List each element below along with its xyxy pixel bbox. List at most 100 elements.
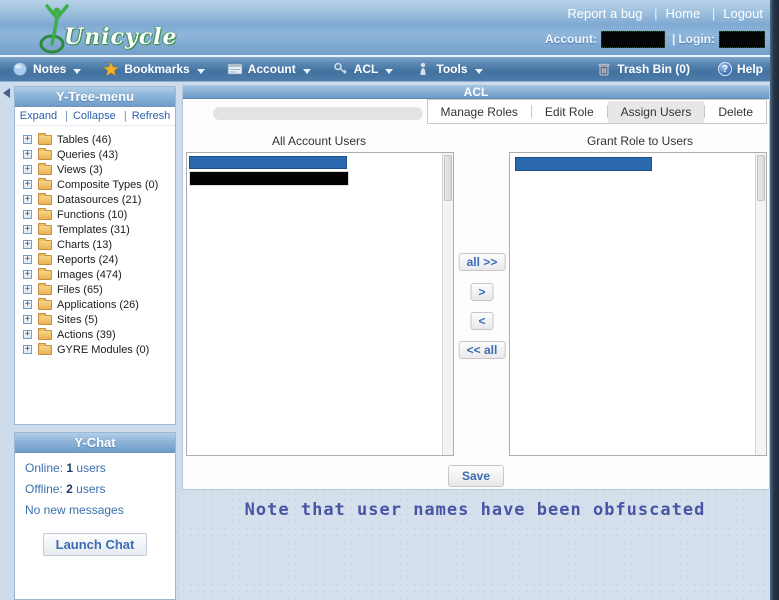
expand-plus-icon[interactable]: + [23,285,32,294]
nav-bookmarks[interactable]: Bookmarks [103,62,205,76]
account-value-redacted [600,30,665,48]
tree-item-composite-types[interactable]: + Composite Types (0) [23,177,175,192]
nav-account[interactable]: Account [227,62,311,76]
all-account-users-listbox[interactable] [186,152,455,456]
folder-icon [38,177,52,190]
tab-assign-users[interactable]: Assign Users [607,100,705,123]
nav-tools-label: Tools [436,62,468,76]
right-edge-strip [770,0,779,600]
home-link[interactable]: Home [646,6,700,21]
launch-chat-button[interactable]: Launch Chat [42,533,148,556]
expand-plus-icon[interactable]: + [23,195,32,204]
tree-item-applications[interactable]: + Applications (26) [23,297,175,312]
user-item-obfuscated-selected[interactable] [515,157,653,171]
scrollbar-thumb[interactable] [757,155,765,201]
nav-bookmarks-label: Bookmarks [124,62,190,76]
tree-item-templates[interactable]: + Templates (31) [23,222,175,237]
expand-plus-icon[interactable]: + [23,300,32,309]
expand-plus-icon[interactable]: + [23,240,32,249]
tree-item-charts[interactable]: + Charts (13) [23,237,175,252]
expand-plus-icon[interactable]: + [23,135,32,144]
account-login-line: Account: Login: [545,30,769,48]
tree-item-views[interactable]: + Views (3) [23,162,175,177]
tree-collapse-link[interactable]: Collapse [60,110,116,122]
chevron-down-icon [196,68,205,74]
role-name-bar [213,107,423,120]
tree-item-images[interactable]: + Images (474) [23,267,175,282]
expand-plus-icon[interactable]: + [23,225,32,234]
chat-title: Y-Chat [15,433,175,453]
expand-plus-icon[interactable]: + [23,180,32,189]
nav-trash-bin[interactable]: Trash Bin (0) [596,62,690,76]
tree-item-actions[interactable]: + Actions (39) [23,327,175,342]
user-item-obfuscated-selected[interactable] [189,156,347,169]
nav-acl[interactable]: ACL [333,62,394,76]
nav-help[interactable]: ? Help [717,62,763,76]
tree-item-queries[interactable]: + Queries (43) [23,147,175,162]
acl-tab-box: Manage Roles Edit Role Assign Users Dele… [426,99,767,124]
tab-manage-roles[interactable]: Manage Roles [428,101,531,123]
chevron-down-icon [73,68,82,74]
main-navbar: Notes Bookmarks Account ACL Tools Trash … [0,55,779,82]
tree-item-tables[interactable]: + Tables (46) [23,132,175,147]
folder-icon [38,252,52,265]
logout-link[interactable]: Logout [704,6,763,21]
folder-icon [38,342,52,355]
tree-item-sites[interactable]: + Sites (5) [23,312,175,327]
report-bug-link[interactable]: Report a bug [567,6,642,21]
folder-icon [38,192,52,205]
expand-plus-icon[interactable]: + [23,270,32,279]
tab-edit-role[interactable]: Edit Role [532,101,607,123]
tree-menu-title: Y-Tree-menu [15,87,175,107]
chat-panel: Y-Chat Online: 1 users Offline: 2 users … [14,432,176,600]
nav-tools[interactable]: Tools [415,62,483,76]
list-labels-row: All Account Users Grant Role to Users [183,134,769,150]
tree-item-datasources[interactable]: + Datasources (21) [23,192,175,207]
folder-icon [38,312,52,325]
chat-body: Online: 1 users Offline: 2 users No new … [15,453,175,564]
scrollbar-thumb[interactable] [444,155,453,201]
acl-main-panel: ACL Manage Roles Edit Role Assign Users … [182,84,770,490]
expand-plus-icon[interactable]: + [23,150,32,159]
move-left-button[interactable]: < [470,312,494,330]
folder-icon [38,162,52,175]
account-login-separator [669,32,678,46]
obfuscation-note: Note that user names have been obfuscate… [244,500,706,520]
tree-expand-link[interactable]: Expand [20,110,57,122]
nav-account-label: Account [247,62,296,76]
user-item-obfuscated[interactable] [189,171,349,186]
bookmark-star-icon [103,62,120,76]
folder-icon [38,147,52,160]
tree-menu-panel: Y-Tree-menu Expand Collapse Refresh + Ta… [14,86,176,425]
expand-plus-icon[interactable]: + [23,330,32,339]
tree-item-functions[interactable]: + Functions (10) [23,207,175,222]
tree-item-reports[interactable]: + Reports (24) [23,252,175,267]
top-links: Report a bug Home Logout [567,6,763,21]
expand-plus-icon[interactable]: + [23,255,32,264]
tree-refresh-link[interactable]: Refresh [119,110,170,122]
expand-plus-icon[interactable]: + [23,345,32,354]
nav-notes[interactable]: Notes [12,62,82,76]
sidebar-collapse-arrow-icon[interactable] [3,88,10,98]
move-all-right-button[interactable]: all >> [458,253,506,271]
grant-role-users-listbox[interactable] [509,152,767,456]
expand-plus-icon[interactable]: + [23,315,32,324]
tree-item-gyre-modules[interactable]: + GYRE Modules (0) [23,342,175,357]
folder-icon [38,237,52,250]
expand-plus-icon[interactable]: + [23,165,32,174]
transfer-buttons-column: all >> > < << all [454,152,509,456]
expand-plus-icon[interactable]: + [23,210,32,219]
move-right-button[interactable]: > [470,283,494,301]
navbar-left-group: Notes Bookmarks Account ACL Tools [0,62,483,76]
login-value-redacted [719,30,765,48]
grant-role-to-users-label: Grant Role to Users [586,134,694,148]
save-button[interactable]: Save [447,465,505,487]
folder-icon [38,297,52,310]
chat-messages-status: No new messages [25,503,124,517]
tab-delete[interactable]: Delete [705,101,766,123]
move-all-left-button[interactable]: << all [458,341,506,359]
chevron-down-icon [385,68,394,74]
listbox-scrollbar[interactable] [755,153,766,455]
tree-item-files[interactable]: + Files (65) [23,282,175,297]
listbox-scrollbar[interactable] [442,153,454,455]
